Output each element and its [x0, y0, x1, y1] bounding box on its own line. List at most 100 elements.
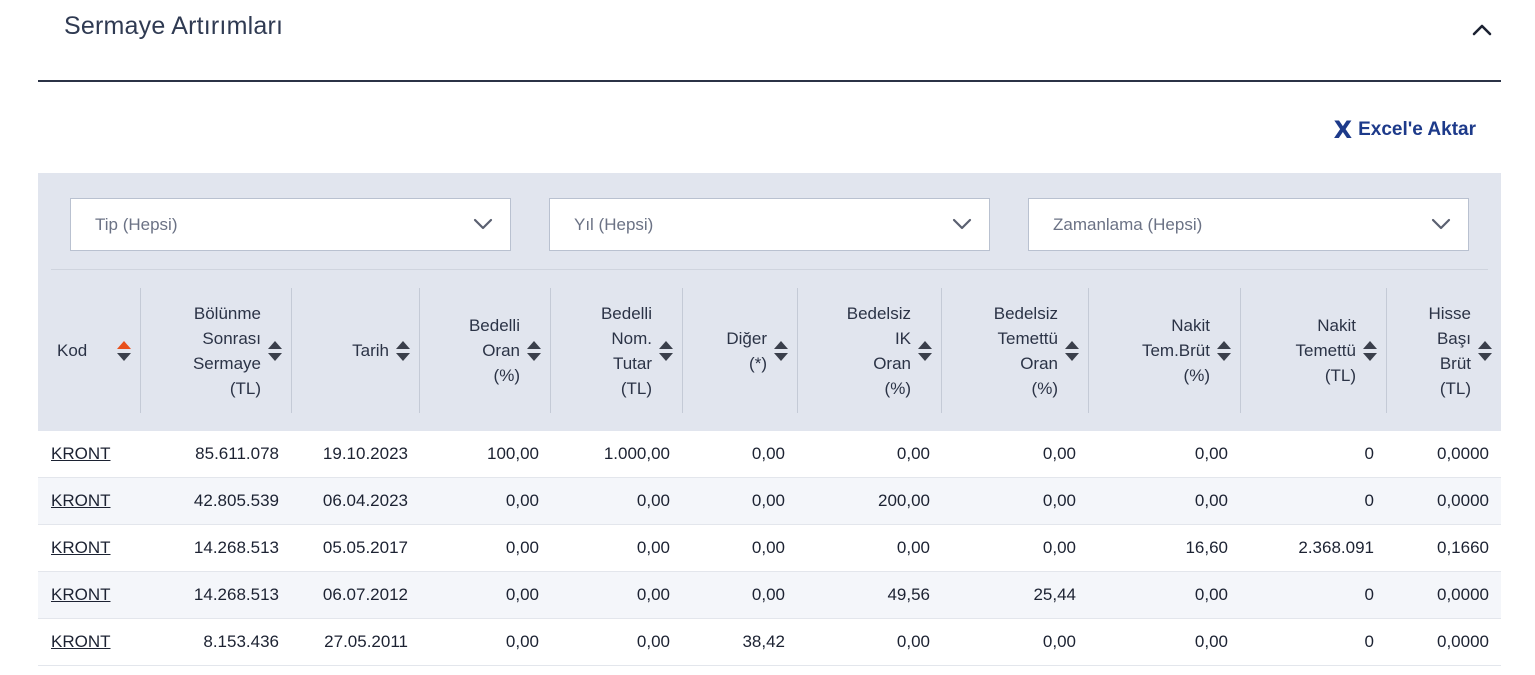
- cell-bolunme: 14.268.513: [193, 538, 279, 557]
- cell-bedelli_oran: 0,00: [505, 491, 539, 510]
- chevron-down-icon: [473, 218, 493, 230]
- cell-hisse_basi: 0,0000: [1437, 491, 1489, 510]
- column-header-bolunme[interactable]: Bölünme Sonrası Sermaye (TL): [140, 288, 283, 413]
- column-header-line: (%): [1183, 366, 1210, 385]
- column-header-label: Nakit Tem.Brüt (%): [1142, 313, 1210, 388]
- cell-bedelsiz_ik: 49,56: [887, 585, 930, 604]
- tip-filter-value: Tip (Hepsi): [95, 214, 178, 234]
- column-header-line: Başı: [1436, 328, 1471, 348]
- zamanlama-filter-value: Zamanlama (Hepsi): [1053, 214, 1203, 234]
- cell-bedelli_nom: 0,00: [636, 585, 670, 604]
- column-header-line: Temettü: [997, 328, 1058, 348]
- column-header-bedelli_oran[interactable]: Bedelli Oran (%): [419, 288, 542, 413]
- column-header-line: Temettü: [1295, 341, 1356, 360]
- column-header-line: Oran: [482, 341, 520, 360]
- tip-filter-select[interactable]: Tip (Hepsi): [70, 198, 511, 251]
- cell-nakit_tem_brut: 0,00: [1194, 585, 1228, 604]
- yil-filter-value: Yıl (Hepsi): [574, 214, 654, 234]
- cell-nakit_temettu: 0: [1364, 444, 1374, 463]
- cell-bedelli_oran: 0,00: [505, 538, 539, 557]
- column-header-bedelsiz_temettu[interactable]: Bedelsiz Temettü Oran (%): [941, 288, 1080, 413]
- sort-icon: [527, 340, 541, 361]
- column-divider: [140, 288, 141, 413]
- column-header-label: Bedelli Oran (%): [469, 313, 520, 388]
- sort-icon: [1217, 340, 1231, 361]
- kod-link[interactable]: KRONT: [51, 431, 148, 478]
- table-row: KRONT 14.268.513 06.07.2012 0,00 0,00 0,00 49,…: [38, 572, 1501, 619]
- column-header-label: Tarih: [352, 338, 389, 363]
- cell-bolunme: 8.153.436: [203, 632, 279, 651]
- cell-nakit_tem_brut: 0,00: [1194, 632, 1228, 651]
- column-header-label: Kod: [57, 338, 87, 363]
- column-header-label: Hisse Başı Brüt (TL): [1428, 301, 1471, 401]
- collapse-button[interactable]: [1467, 14, 1497, 44]
- kod-link[interactable]: KRONT: [51, 478, 148, 525]
- zamanlama-filter-select[interactable]: Zamanlama (Hepsi): [1028, 198, 1469, 251]
- column-divider: [291, 288, 292, 413]
- column-header-line: Oran: [1020, 353, 1058, 373]
- column-header-diger[interactable]: Diğer (*): [682, 288, 789, 413]
- column-header-line: Brüt: [1439, 353, 1471, 373]
- column-header-line: Oran: [873, 353, 911, 373]
- sort-icon: [1065, 340, 1079, 361]
- kod-link[interactable]: KRONT: [51, 525, 148, 572]
- column-header-hisse_basi[interactable]: Hisse Başı Brüt (TL): [1386, 288, 1493, 413]
- column-header-line: (*): [749, 353, 767, 373]
- column-header-line: Bedelsiz: [846, 303, 911, 323]
- column-header-label: Bölünme Sonrası Sermaye (TL): [193, 301, 261, 401]
- column-divider: [1240, 288, 1241, 413]
- column-header-line: (%): [884, 378, 911, 398]
- cell-bedelsiz_temettu: 0,00: [1042, 632, 1076, 651]
- column-header-tarih[interactable]: Tarih: [291, 288, 411, 413]
- chevron-down-icon: [952, 218, 972, 230]
- column-header-line: (TL): [229, 378, 261, 398]
- column-header-bedelli_nom[interactable]: Bedelli Nom. Tutar (TL): [550, 288, 674, 413]
- cell-bedelsiz_ik: 0,00: [896, 632, 930, 651]
- column-divider: [682, 288, 683, 413]
- excel-export-link[interactable]: X Excel'e Aktar: [1334, 118, 1476, 142]
- excel-export-label: Excel'e Aktar: [1358, 119, 1476, 140]
- filter-table-header-panel: Tip (Hepsi) Yıl (Hepsi) Zamanlama (Hepsi…: [38, 173, 1501, 431]
- column-divider: [941, 288, 942, 413]
- column-header-line: (TL): [620, 378, 652, 398]
- column-header-line: Tutar: [612, 353, 652, 373]
- column-header-line: Sermaye: [192, 353, 261, 373]
- sort-icon: [117, 340, 131, 361]
- cell-nakit_temettu: 0: [1364, 632, 1374, 651]
- sort-icon: [918, 340, 932, 361]
- column-header-label: Nakit Temettü (TL): [1296, 313, 1356, 388]
- cell-nakit_tem_brut: 0,00: [1194, 444, 1228, 463]
- yil-filter-select[interactable]: Yıl (Hepsi): [549, 198, 990, 251]
- column-header-label: Bedelli Nom. Tutar (TL): [601, 301, 652, 401]
- sort-icon: [1478, 340, 1492, 361]
- cell-tarih: 06.07.2012: [322, 585, 408, 604]
- cell-bolunme: 14.268.513: [193, 585, 279, 604]
- chevron-down-icon: [1431, 218, 1451, 230]
- column-header-kod[interactable]: Kod: [57, 288, 132, 413]
- cell-nakit_temettu: 0: [1364, 585, 1374, 604]
- column-header-line: (TL): [1324, 366, 1356, 385]
- cell-bedelsiz_ik: 200,00: [878, 491, 930, 510]
- sort-icon: [1363, 340, 1377, 361]
- cell-diger: 0,00: [751, 538, 785, 557]
- column-divider: [1386, 288, 1387, 413]
- column-header-bedelsiz_ik[interactable]: Bedelsiz IK Oran (%): [797, 288, 933, 413]
- section-title: Sermaye Artırımları: [64, 12, 284, 40]
- cell-nakit_temettu: 0: [1364, 491, 1374, 510]
- cell-bolunme: 85.611.078: [195, 444, 279, 463]
- column-header-line: Nakit: [1317, 316, 1356, 335]
- cell-bedelsiz_temettu: 0,00: [1042, 491, 1076, 510]
- cell-hisse_basi: 0,0000: [1437, 585, 1489, 604]
- column-header-nakit_temettu[interactable]: Nakit Temettü (TL): [1240, 288, 1378, 413]
- sort-icon: [659, 340, 673, 361]
- cell-diger: 0,00: [751, 491, 785, 510]
- kod-link[interactable]: KRONT: [51, 619, 148, 666]
- cell-bedelli_nom: 1.000,00: [603, 444, 670, 463]
- column-header-line: (TL): [1439, 378, 1471, 398]
- table-row: KRONT 14.268.513 05.05.2017 0,00 0,00 0,00 0,0…: [38, 525, 1501, 572]
- cell-tarih: 06.04.2023: [322, 491, 408, 510]
- filter-divider: [51, 269, 1488, 270]
- kod-link[interactable]: KRONT: [51, 572, 148, 619]
- column-header-nakit_tem_brut[interactable]: Nakit Tem.Brüt (%): [1088, 288, 1232, 413]
- column-header-line: (%): [1031, 378, 1058, 398]
